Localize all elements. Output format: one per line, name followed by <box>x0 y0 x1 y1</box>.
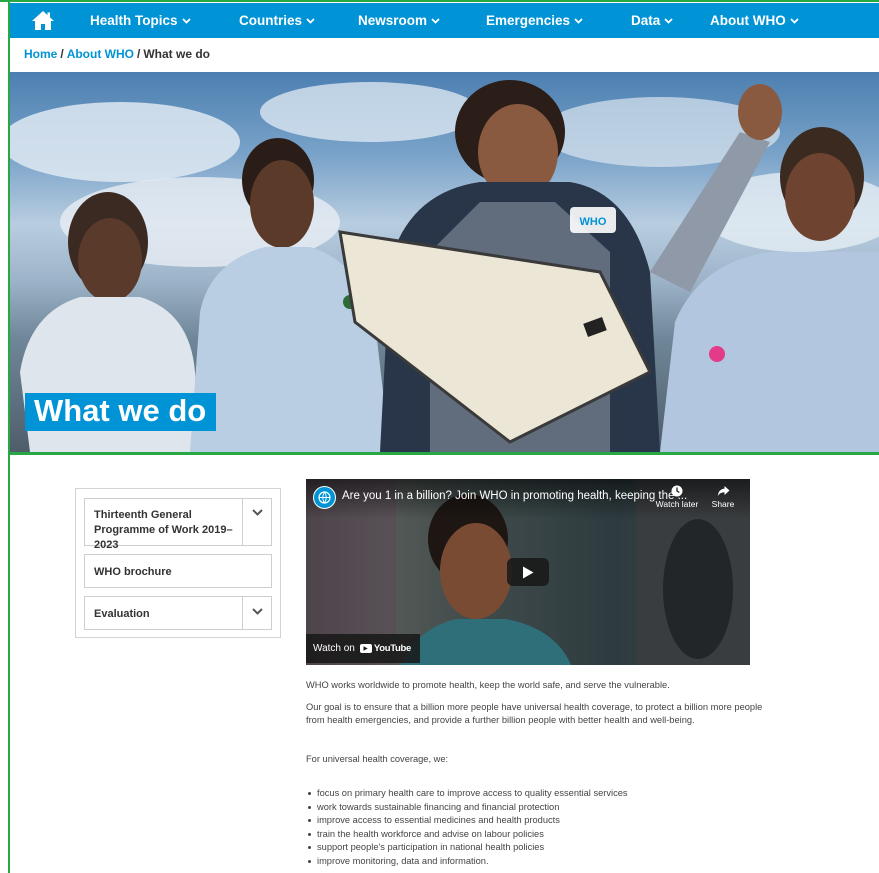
youtube-video-player[interactable]: Are you 1 in a billion? Join WHO in prom… <box>306 479 750 665</box>
nav-health-topics[interactable]: Health Topics <box>90 3 191 38</box>
sidebar-item-gpw13[interactable]: Thirteenth General Programme of Work 201… <box>84 498 272 551</box>
youtube-logo: YouTube <box>359 643 411 654</box>
nav-countries[interactable]: Countries <box>239 3 315 38</box>
sidebar-menu: Thirteenth General Programme of Work 201… <box>75 488 281 638</box>
watch-later-label: Watch later <box>655 499 699 509</box>
goal-paragraph: Our goal is to ensure that a billion mor… <box>306 702 763 726</box>
nav-label: About WHO <box>710 13 786 28</box>
frame-border-hero <box>8 452 879 455</box>
nav-label: Countries <box>239 13 303 28</box>
share-label: Share <box>711 499 735 509</box>
watch-on-label: Watch on <box>313 643 355 654</box>
breadcrumb-separator: / <box>137 47 141 61</box>
globe-icon <box>318 491 331 504</box>
nav-data[interactable]: Data <box>631 3 673 38</box>
play-button[interactable] <box>507 558 549 586</box>
nav-emergencies[interactable]: Emergencies <box>486 3 583 38</box>
nav-about-who[interactable]: About WHO <box>710 3 799 38</box>
chevron-down-icon <box>431 17 440 24</box>
sidebar-expand-toggle[interactable] <box>242 597 271 629</box>
youtube-wordmark: YouTube <box>373 643 411 654</box>
nav-label: Emergencies <box>486 13 571 28</box>
hero-banner: WHO What we do <box>10 72 879 452</box>
chevron-down-icon <box>790 17 799 24</box>
watch-on-youtube-button[interactable]: Watch on YouTube <box>306 634 420 663</box>
play-icon <box>523 566 534 578</box>
uhc-bullet-list: focus on primary health care to improve … <box>307 787 628 869</box>
main-navbar: Health Topics Countries Newsroom Emergen… <box>10 3 879 38</box>
page-title: What we do <box>25 393 217 431</box>
sidebar-item-label: WHO brochure <box>94 566 172 578</box>
list-item: work towards sustainable financing and f… <box>307 801 628 815</box>
sidebar-expand-toggle[interactable] <box>242 499 271 545</box>
uhc-heading: For universal health coverage, we: <box>306 754 449 764</box>
chevron-down-icon <box>306 17 315 24</box>
nav-label: Health Topics <box>90 13 178 28</box>
list-item: train the health workforce and advise on… <box>307 828 628 842</box>
chevron-down-icon <box>181 17 191 24</box>
sidebar-item-who-brochure[interactable]: WHO brochure <box>84 554 272 588</box>
sidebar-item-label: Thirteenth General Programme of Work 201… <box>94 509 233 551</box>
clock-icon <box>671 485 683 497</box>
sidebar-item-label: Evaluation <box>94 608 150 620</box>
nav-label: Data <box>631 13 661 28</box>
list-item: support people's participation in nation… <box>307 841 628 855</box>
chevron-down-icon <box>251 608 263 615</box>
sidebar-item-evaluation[interactable]: Evaluation <box>84 596 272 630</box>
home-icon <box>32 10 54 30</box>
nav-newsroom[interactable]: Newsroom <box>358 3 440 38</box>
vest-label: WHO <box>580 216 607 228</box>
breadcrumb-current: What we do <box>143 47 211 61</box>
chevron-down-icon <box>664 17 673 24</box>
list-item: focus on primary health care to improve … <box>307 787 628 801</box>
watch-later-button[interactable]: Watch later <box>655 485 699 509</box>
breadcrumb-home-link[interactable]: Home <box>24 47 57 61</box>
youtube-play-icon <box>359 644 372 653</box>
breadcrumb-about-link[interactable]: About WHO <box>67 47 134 61</box>
breadcrumb-separator: / <box>60 47 64 61</box>
list-item: improve access to essential medicines an… <box>307 814 628 828</box>
intro-paragraph: WHO works worldwide to promote health, k… <box>306 680 670 690</box>
share-arrow-icon <box>717 486 729 496</box>
nav-label: Newsroom <box>358 13 428 28</box>
frame-border-top <box>0 0 879 2</box>
chevron-down-icon <box>574 17 583 24</box>
share-button[interactable]: Share <box>708 485 738 509</box>
breadcrumb: Home / About WHO / What we do <box>24 47 210 61</box>
video-title[interactable]: Are you 1 in a billion? Join WHO in prom… <box>342 490 687 502</box>
channel-logo[interactable] <box>313 486 336 509</box>
chevron-down-icon <box>251 509 263 516</box>
home-button[interactable] <box>30 7 56 33</box>
list-item: improve monitoring, data and information… <box>307 855 628 869</box>
